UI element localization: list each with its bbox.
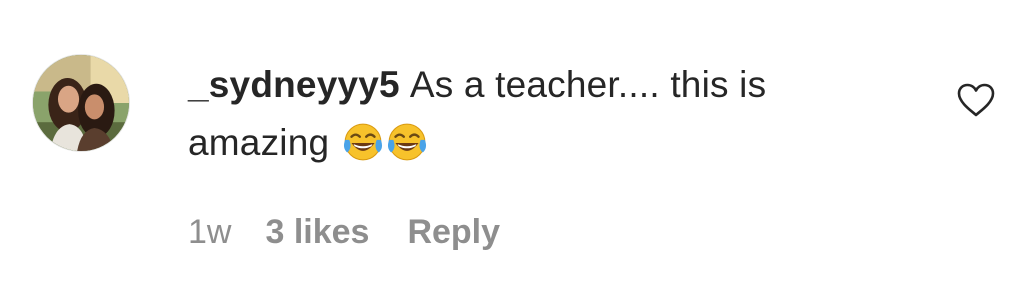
profile-photo	[33, 55, 129, 151]
avatar[interactable]	[32, 54, 130, 152]
username-link[interactable]: _sydneyyy5	[188, 64, 400, 105]
like-button[interactable]	[956, 82, 996, 118]
comment-timestamp[interactable]: 1w	[188, 206, 231, 258]
face-with-tears-of-joy-icon	[386, 121, 428, 163]
comment: _sydneyyy5 As a teacher.... this is amazi…	[0, 0, 1024, 284]
comment-body: _sydneyyy5 As a teacher.... this is amazi…	[188, 56, 908, 172]
heart-outline-icon	[957, 83, 995, 117]
comment-text-line2: amazing	[188, 122, 330, 163]
face-with-tears-of-joy-icon	[342, 121, 384, 163]
reply-button[interactable]: Reply	[407, 206, 500, 258]
comment-text-line1: As a teacher.... this is	[409, 64, 767, 105]
comment-meta: 1w 3 likes Reply	[188, 206, 500, 258]
likes-count-link[interactable]: 3 likes	[265, 206, 369, 258]
